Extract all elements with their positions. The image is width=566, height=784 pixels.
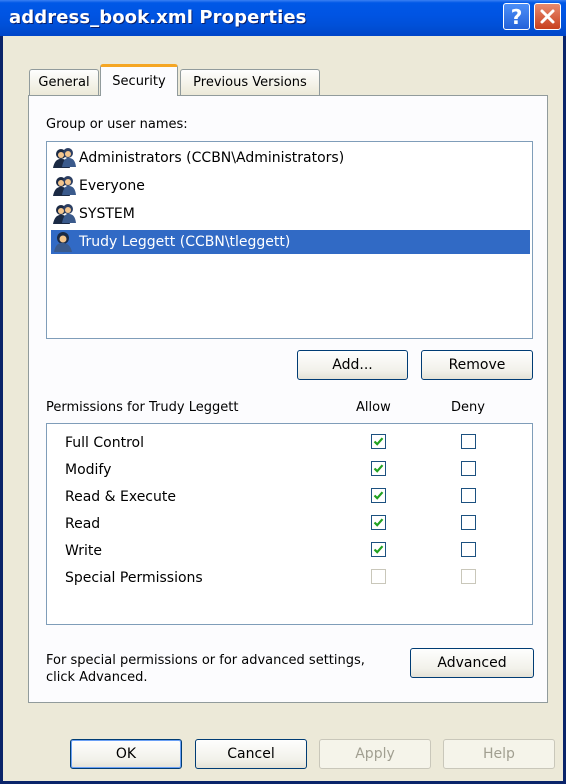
allow-checkbox-special-permissions xyxy=(371,569,386,584)
permission-label: Read & Execute xyxy=(65,489,176,505)
add-button-label: Add... xyxy=(332,357,373,373)
deny-checkbox-full-control[interactable] xyxy=(461,434,476,449)
permission-row-read-execute: Read & Execute xyxy=(65,486,525,508)
user-item-label: Everyone xyxy=(79,178,145,194)
user-item-system[interactable]: SYSTEM xyxy=(51,202,530,226)
user-item-everyone[interactable]: Everyone xyxy=(51,174,530,198)
ok-button[interactable]: OK xyxy=(70,739,182,769)
question-mark-icon: ? xyxy=(510,4,523,29)
checkmark-icon xyxy=(373,545,384,554)
user-item-trudy-leggett[interactable]: Trudy Leggett (CCBN\tleggett) xyxy=(51,230,530,254)
advanced-button-label: Advanced xyxy=(437,655,507,671)
checkmark-icon xyxy=(373,437,384,446)
advanced-button[interactable]: Advanced xyxy=(410,648,534,678)
permission-row-modify: Modify xyxy=(65,459,525,481)
group-icon xyxy=(53,204,76,224)
checkmark-icon xyxy=(373,518,384,527)
user-item-label: Trudy Leggett (CCBN\tleggett) xyxy=(79,234,291,250)
deny-column-header: Deny xyxy=(451,400,485,415)
add-button[interactable]: Add... xyxy=(297,350,408,380)
permission-label: Write xyxy=(65,543,102,559)
deny-checkbox-write[interactable] xyxy=(461,542,476,557)
permissions-for-label: Permissions for Trudy Leggett xyxy=(46,400,239,415)
remove-button[interactable]: Remove xyxy=(421,350,533,380)
deny-checkbox-modify[interactable] xyxy=(461,461,476,476)
permission-row-full-control: Full Control xyxy=(65,432,525,454)
allow-checkbox-read[interactable] xyxy=(371,515,386,530)
allow-checkbox-write[interactable] xyxy=(371,542,386,557)
group-icon xyxy=(53,148,76,168)
apply-button[interactable]: Apply xyxy=(319,739,431,769)
tab-general[interactable]: General xyxy=(29,69,99,95)
permission-label: Special Permissions xyxy=(65,570,203,586)
user-list[interactable]: Administrators (CCBN\Administrators) Eve… xyxy=(46,141,533,339)
close-title-button[interactable] xyxy=(534,3,561,30)
cancel-button-label: Cancel xyxy=(227,746,275,762)
ok-button-label: OK xyxy=(115,746,137,762)
allow-column-header: Allow xyxy=(356,400,391,415)
help-title-button[interactable]: ? xyxy=(503,3,530,30)
permission-label: Read xyxy=(65,516,101,532)
group-icon xyxy=(53,176,76,196)
title-bar[interactable]: address_book.xml Properties ? xyxy=(0,0,566,36)
permission-row-read: Read xyxy=(65,513,525,535)
group-user-names-label: Group or user names: xyxy=(46,117,188,132)
permissions-list: Full Control Modify Read & Execute Read … xyxy=(46,423,533,625)
permission-row-write: Write xyxy=(65,540,525,562)
allow-checkbox-full-control[interactable] xyxy=(371,434,386,449)
allow-checkbox-read-execute[interactable] xyxy=(371,488,386,503)
user-item-label: Administrators (CCBN\Administrators) xyxy=(79,150,345,166)
advanced-hint-line2: click Advanced. xyxy=(46,670,148,685)
checkmark-icon xyxy=(373,491,384,500)
deny-checkbox-read[interactable] xyxy=(461,515,476,530)
permission-label: Full Control xyxy=(65,435,144,451)
user-icon xyxy=(54,232,72,252)
close-icon xyxy=(539,8,556,25)
allow-checkbox-modify[interactable] xyxy=(371,461,386,476)
permission-row-special-permissions: Special Permissions xyxy=(65,567,525,589)
apply-button-label: Apply xyxy=(355,746,395,762)
help-button-label: Help xyxy=(483,746,515,762)
tab-general-label: General xyxy=(38,75,90,90)
window-title: address_book.xml Properties xyxy=(9,7,307,28)
advanced-hint-line1: For special permissions or for advanced … xyxy=(46,653,365,668)
deny-checkbox-special-permissions xyxy=(461,569,476,584)
tab-previous-versions[interactable]: Previous Versions xyxy=(180,69,320,95)
tab-security-label: Security xyxy=(112,74,166,89)
remove-button-label: Remove xyxy=(448,357,506,373)
permission-label: Modify xyxy=(65,462,112,478)
tab-previous-versions-label: Previous Versions xyxy=(193,75,307,90)
user-item-label: SYSTEM xyxy=(79,206,135,222)
checkmark-icon xyxy=(373,464,384,473)
deny-checkbox-read-execute[interactable] xyxy=(461,488,476,503)
properties-window: address_book.xml Properties ? General Pr… xyxy=(0,0,566,784)
user-item-administrators[interactable]: Administrators (CCBN\Administrators) xyxy=(51,146,530,170)
tab-security[interactable]: Security xyxy=(100,64,178,96)
cancel-button[interactable]: Cancel xyxy=(195,739,307,769)
help-button[interactable]: Help xyxy=(443,739,555,769)
